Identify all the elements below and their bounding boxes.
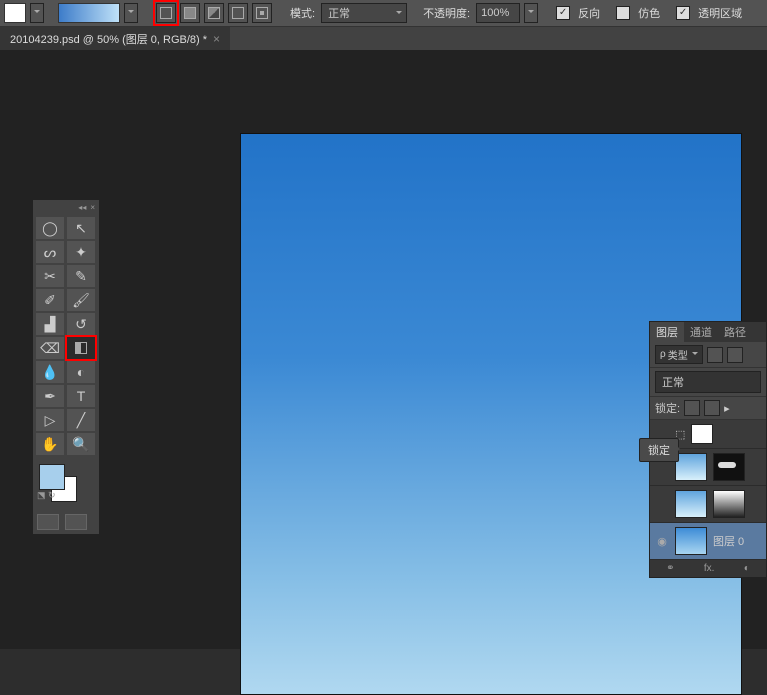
layer-name[interactable]: 图层 0	[713, 533, 744, 549]
gradient-radial[interactable]	[180, 3, 200, 23]
opacity-value: 100%	[481, 7, 509, 19]
layer-mask-thumb[interactable]	[713, 453, 745, 481]
blend-row: 正常	[650, 368, 766, 397]
move-tool[interactable]: ↖	[67, 217, 95, 239]
gradient-angle[interactable]	[204, 3, 224, 23]
gradient-tool[interactable]	[67, 337, 95, 359]
reverse-checkbox[interactable]	[556, 6, 570, 20]
layer-thumb[interactable]	[675, 490, 707, 518]
tab-paths[interactable]: 路径	[718, 322, 752, 342]
eyedropper-tool[interactable]: ✎	[67, 265, 95, 287]
history-brush-tool[interactable]: ↺	[67, 313, 95, 335]
search-icon: ρ	[660, 349, 666, 360]
dodge-tool[interactable]: ◐	[67, 361, 95, 383]
crop-tool[interactable]: ✂	[36, 265, 64, 287]
marquee-tool[interactable]: ◯	[36, 217, 64, 239]
layer-thumb[interactable]	[675, 527, 707, 555]
filter-type-select[interactable]: ρ类型	[655, 345, 703, 364]
close-icon[interactable]: ×	[90, 203, 95, 212]
document-tabbar: 20104239.psd @ 50% (图层 0, RGB/8) * ×	[0, 27, 767, 51]
type-tool[interactable]: T	[67, 385, 95, 407]
layer-blend-value: 正常	[662, 377, 684, 389]
magic-wand-tool[interactable]: ✦	[67, 241, 95, 263]
lasso-tool[interactable]: ᔕ	[36, 241, 64, 263]
workspace: ◂◂ × ◯ ↖ ᔕ ✦ ✂ ✎ ✐ 🖌 ▟ ↺ ⌫ 💧 ◐ ✒ T ▷ ╱ ✋ …	[0, 50, 767, 649]
tool-grid: ◯ ↖ ᔕ ✦ ✂ ✎ ✐ 🖌 ▟ ↺ ⌫ 💧 ◐ ✒ T ▷ ╱ ✋ 🔍	[33, 214, 99, 458]
toolbox-header[interactable]: ◂◂ ×	[33, 200, 99, 214]
blend-mode-select[interactable]: 正常	[321, 3, 407, 23]
collapse-icon[interactable]: ◂◂	[78, 203, 86, 212]
close-icon[interactable]: ×	[213, 32, 220, 46]
foreground-swatch[interactable]	[4, 3, 26, 23]
line-tool[interactable]: ╱	[67, 409, 95, 431]
pen-tool[interactable]: ✒	[36, 385, 64, 407]
chevron-icon: ▸	[724, 402, 730, 415]
eraser-tool[interactable]: ⌫	[36, 337, 64, 359]
gradient-linear[interactable]	[156, 3, 176, 23]
options-bar: 模式: 正常 不透明度: 100% 反向 仿色 透明区域	[0, 0, 767, 27]
layer-filter-row: ρ类型	[650, 342, 766, 368]
layer-thumb[interactable]	[675, 453, 707, 481]
dither-checkbox[interactable]	[616, 6, 630, 20]
gradient-dropdown[interactable]	[124, 3, 138, 23]
transparency-label: 透明区域	[698, 5, 742, 21]
swap-colors-icon[interactable]: ⬔ ↻	[37, 490, 56, 501]
lock-label: 锁定:	[655, 400, 680, 416]
dither-label: 仿色	[638, 5, 660, 21]
brush-tool[interactable]: 🖌	[67, 289, 95, 311]
gradient-preview[interactable]	[58, 3, 120, 23]
healing-tool[interactable]: ✐	[36, 289, 64, 311]
layer-item[interactable]: ◉ 图层 0	[650, 523, 766, 560]
tooltip-lock: 锁定	[639, 438, 679, 462]
layer-blend-select[interactable]: 正常	[655, 371, 761, 393]
opacity-dropdown[interactable]	[524, 3, 538, 23]
reverse-label: 反向	[578, 5, 600, 21]
zoom-tool[interactable]: 🔍	[67, 433, 95, 455]
lock-paint-icon[interactable]	[704, 400, 720, 416]
screen-mode	[33, 510, 99, 534]
layers-footer: ⚭ fx. ◐	[650, 560, 766, 577]
visibility-icon[interactable]: ◉	[655, 535, 669, 548]
blur-tool[interactable]: 💧	[36, 361, 64, 383]
screenmode-icon[interactable]	[65, 514, 87, 530]
tooltip-text: 锁定	[648, 445, 670, 457]
mode-label: 模式:	[290, 5, 315, 21]
tab-channels[interactable]: 通道	[684, 322, 718, 342]
opacity-input[interactable]: 100%	[476, 3, 520, 23]
filter-pixel-icon[interactable]	[707, 347, 723, 363]
stamp-tool[interactable]: ▟	[36, 313, 64, 335]
layer-mask-thumb[interactable]	[691, 424, 713, 444]
lock-row: 锁定: ▸	[650, 397, 766, 420]
foreground-color[interactable]	[39, 464, 65, 490]
layer-mask-thumb[interactable]	[713, 490, 745, 518]
opacity-label: 不透明度:	[423, 5, 470, 21]
transparency-checkbox[interactable]	[676, 6, 690, 20]
toolbox: ◂◂ × ◯ ↖ ᔕ ✦ ✂ ✎ ✐ 🖌 ▟ ↺ ⌫ 💧 ◐ ✒ T ▷ ╱ ✋ …	[32, 199, 100, 535]
link-layers-icon[interactable]: ⚭	[666, 563, 674, 574]
quickmask-icon[interactable]	[37, 514, 59, 530]
lock-transparent-icon[interactable]	[684, 400, 700, 416]
blend-mode-value: 正常	[328, 5, 350, 21]
filter-label: 类型	[668, 347, 688, 362]
filter-adjust-icon[interactable]	[727, 347, 743, 363]
panel-tabs: 图层 通道 路径	[650, 322, 766, 342]
color-picker: ⬔ ↻	[33, 458, 99, 510]
document-tab[interactable]: 20104239.psd @ 50% (图层 0, RGB/8) * ×	[0, 27, 230, 51]
path-select-tool[interactable]: ▷	[36, 409, 64, 431]
tab-layers[interactable]: 图层	[650, 322, 684, 342]
gradient-diamond[interactable]	[252, 3, 272, 23]
hand-tool[interactable]: ✋	[36, 433, 64, 455]
fx-icon[interactable]: fx.	[704, 563, 715, 574]
document-tab-title: 20104239.psd @ 50% (图层 0, RGB/8) *	[10, 31, 207, 47]
swatch-dropdown[interactable]	[30, 3, 44, 23]
layer-item[interactable]	[650, 486, 766, 523]
gradient-reflected[interactable]	[228, 3, 248, 23]
mask-icon[interactable]: ◐	[744, 563, 750, 574]
